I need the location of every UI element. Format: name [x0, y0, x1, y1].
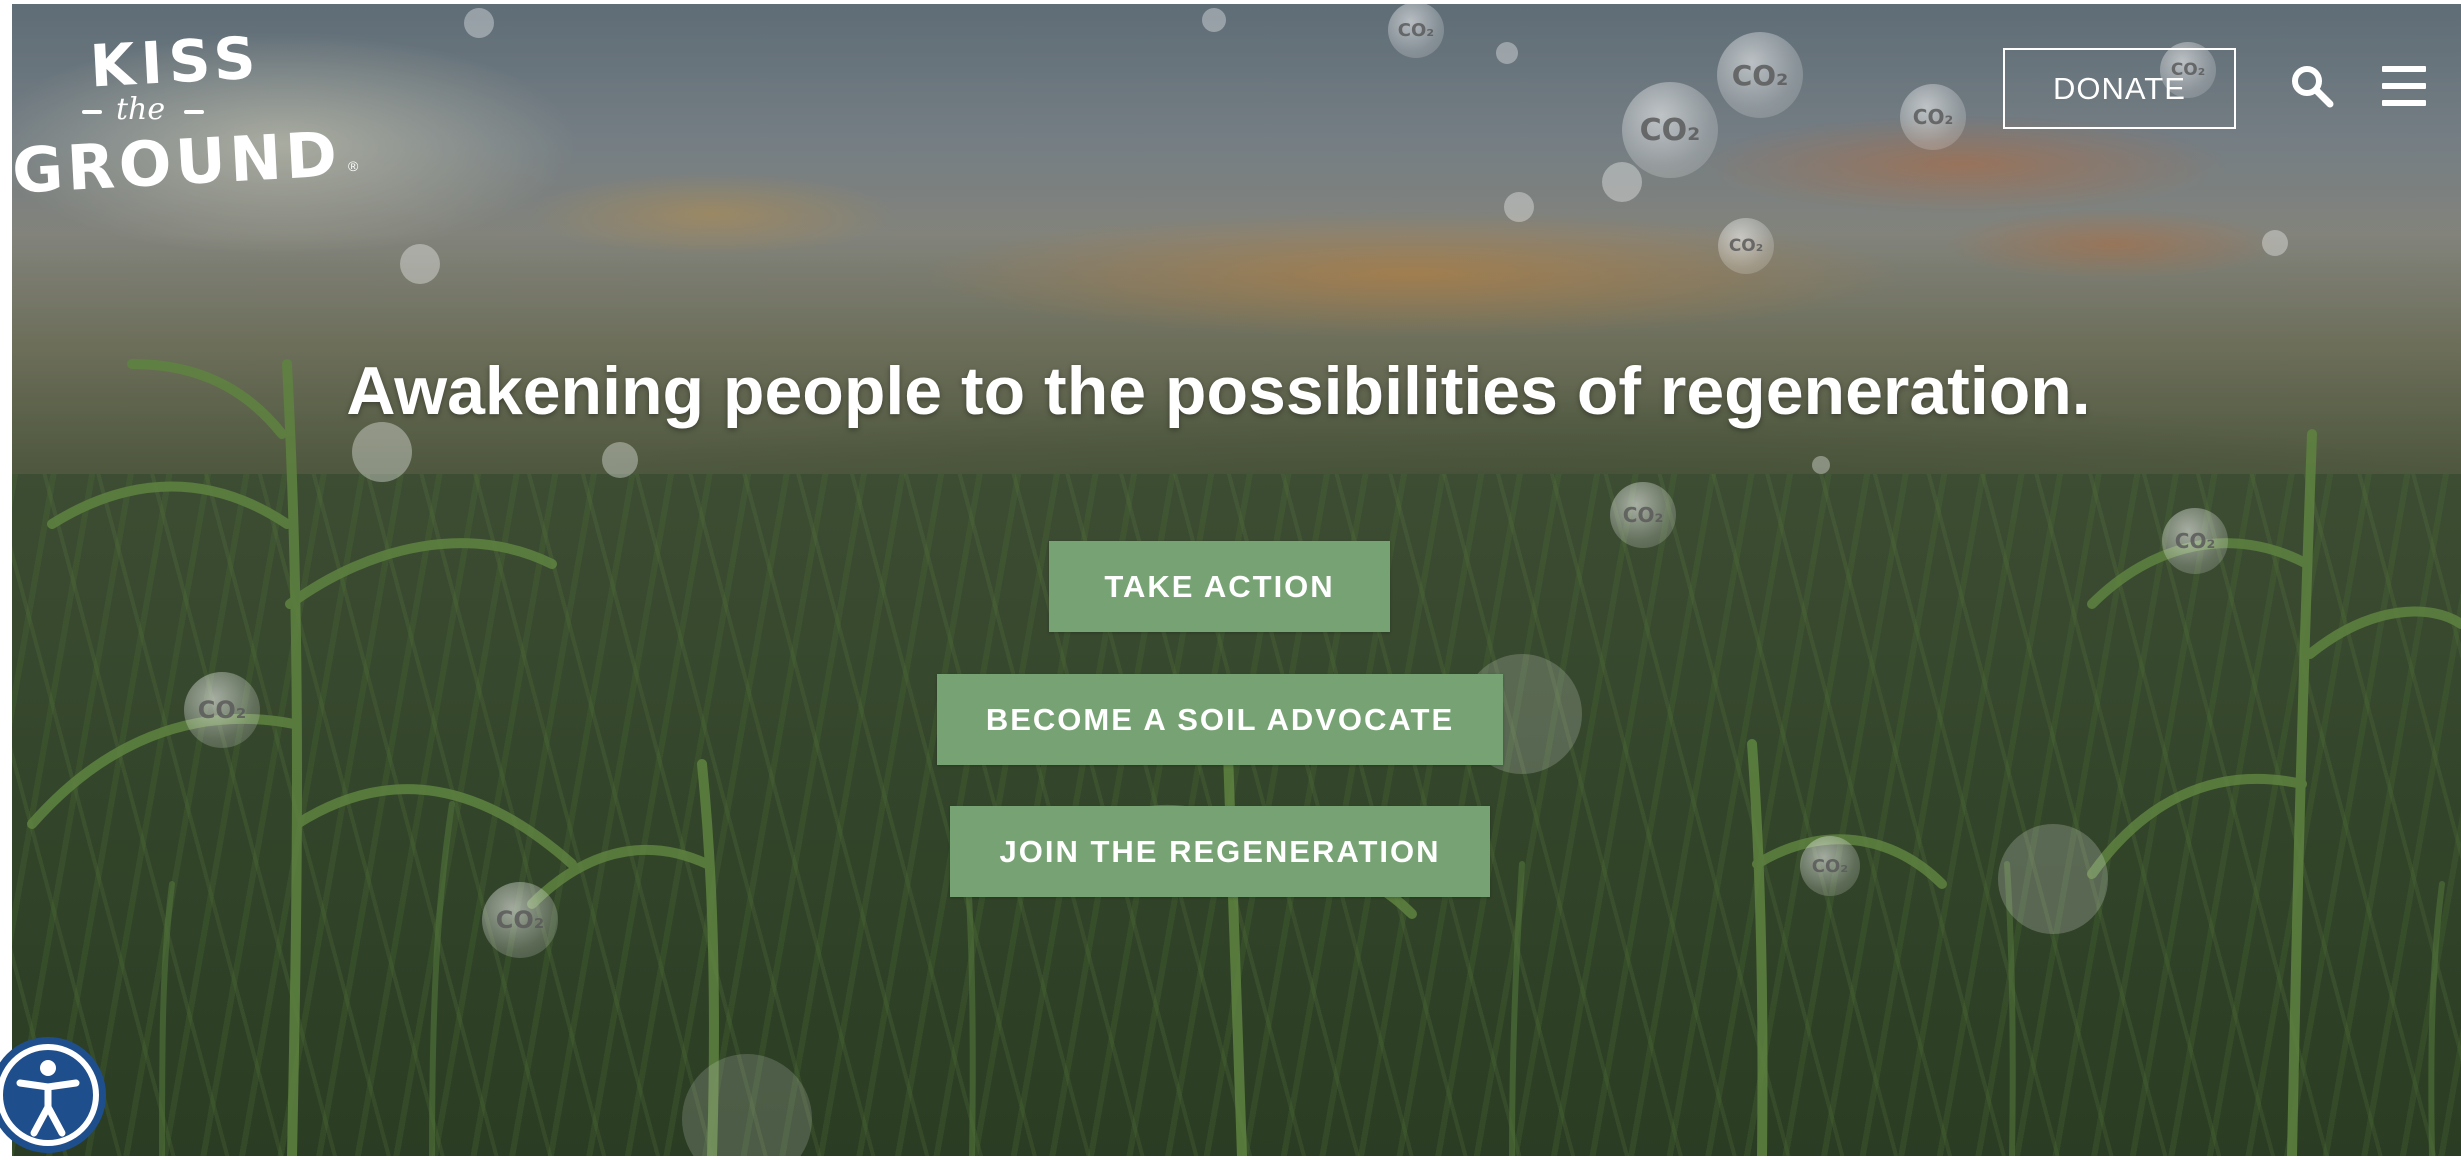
logo-dash	[184, 110, 204, 114]
co2-bubble: CO₂	[1718, 218, 1774, 274]
hero-headline: Awakening people to the possibilities of…	[346, 353, 2091, 429]
hamburger-menu-icon[interactable]	[2382, 66, 2426, 106]
bubble-dot	[1496, 42, 1518, 64]
co2-bubble: CO₂	[1900, 84, 1966, 150]
co2-bubble: CO₂	[1717, 32, 1803, 118]
menu-bar	[2382, 83, 2426, 89]
co2-bubble: CO₂	[1622, 82, 1718, 178]
logo-dash	[82, 110, 102, 114]
bubble-dot	[1602, 162, 1642, 202]
bubble-dot	[464, 8, 494, 38]
kiss-the-ground-logo[interactable]: KISS the GROUND ®	[10, 24, 362, 208]
co2-bubble: CO₂	[2162, 508, 2228, 574]
bubble-dot	[352, 422, 412, 482]
bubble-dot	[1202, 8, 1226, 32]
bubble-dot	[1812, 456, 1830, 474]
co2-bubble: CO₂	[1610, 482, 1676, 548]
bubble-dot	[400, 244, 440, 284]
bubble-dot	[602, 442, 638, 478]
registered-mark: ®	[348, 158, 359, 174]
bubble-dot	[2262, 230, 2288, 256]
bubble-dot	[1504, 192, 1534, 222]
logo-ground-text: GROUND	[10, 117, 343, 208]
take-action-button[interactable]: TAKE ACTION	[1049, 541, 1390, 632]
become-soil-advocate-button[interactable]: BECOME A SOIL ADVOCATE	[937, 674, 1503, 765]
accessibility-icon[interactable]	[0, 1025, 114, 1157]
logo-kiss-text: KISS	[88, 23, 264, 101]
donate-button[interactable]: DONATE	[2003, 48, 2236, 129]
page-bottom-edge	[0, 1156, 2461, 1160]
co2-bubble: CO₂	[1800, 836, 1860, 896]
logo-the-text: the	[116, 92, 166, 127]
search-icon[interactable]	[2290, 64, 2334, 108]
join-the-regeneration-button[interactable]: JOIN THE REGENERATION	[950, 806, 1490, 897]
bubble-dot	[1998, 824, 2108, 934]
co2-bubble: CO₂	[1388, 4, 1444, 58]
co2-bubble: CO₂	[184, 672, 260, 748]
menu-bar	[2382, 100, 2426, 106]
menu-bar	[2382, 66, 2426, 72]
co2-bubble: CO₂	[482, 882, 558, 958]
